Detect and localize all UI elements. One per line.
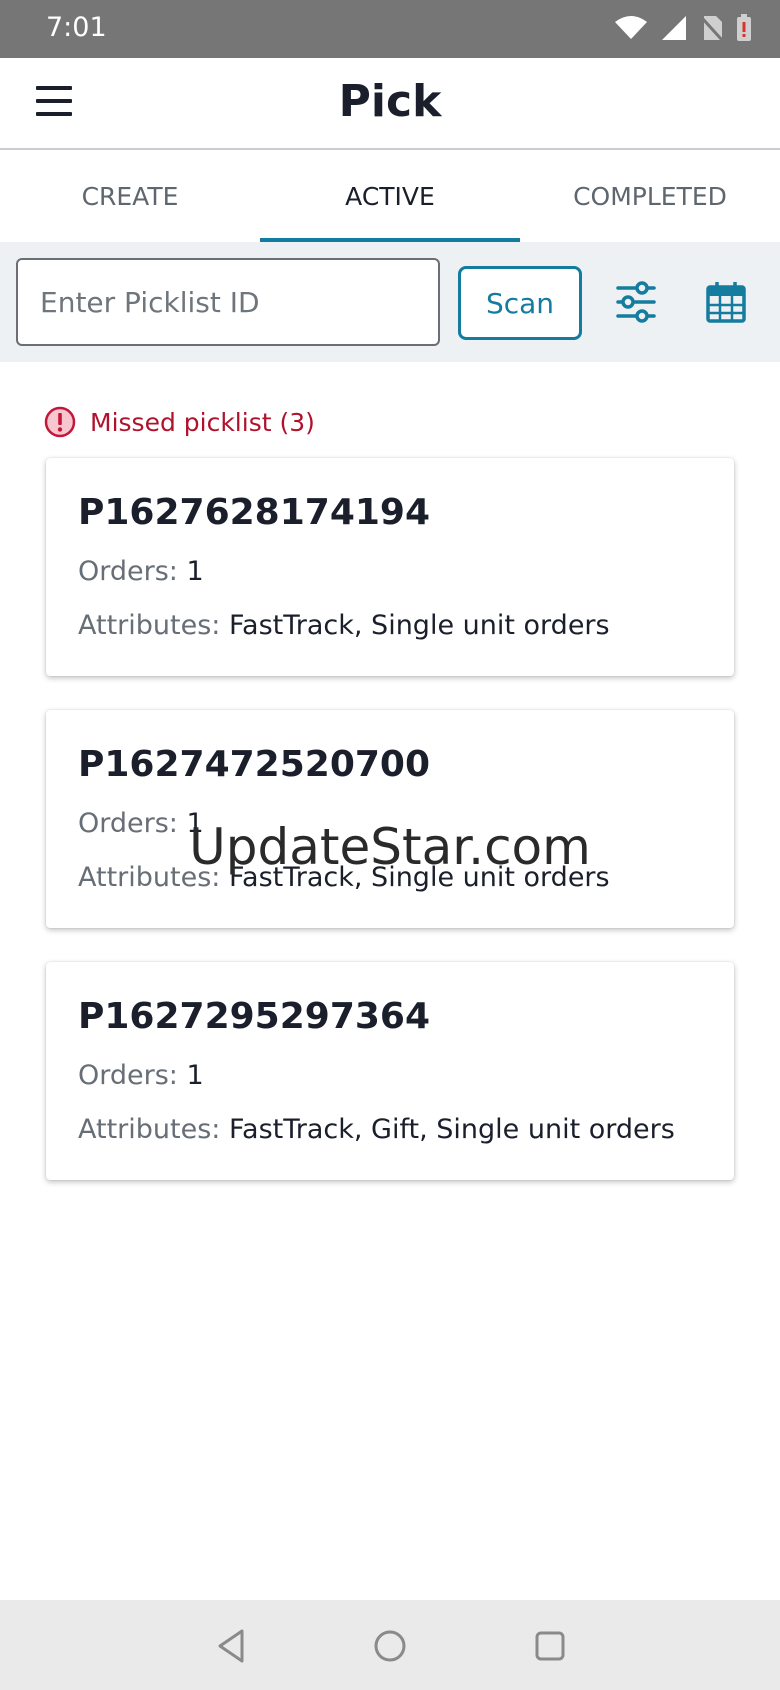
status-icons xyxy=(614,14,752,42)
filter-sliders-icon[interactable] xyxy=(614,280,658,324)
wifi-icon xyxy=(615,16,647,39)
missed-picklist-label: Missed picklist (3) xyxy=(90,407,315,437)
back-icon[interactable] xyxy=(212,1626,252,1666)
orders-row: Orders: 1 xyxy=(78,556,204,587)
picklist-id: P1627472520700 xyxy=(78,744,431,785)
orders-label: Orders: xyxy=(78,808,178,839)
picklist-card[interactable]: P1627628174194 Orders: 1 Attributes: Fas… xyxy=(46,458,734,676)
attributes-label: Attributes: xyxy=(78,1114,221,1145)
orders-label: Orders: xyxy=(78,1060,178,1091)
attributes-label: Attributes: xyxy=(78,610,221,641)
orders-value: 1 xyxy=(186,556,204,587)
status-bar: 7:01 xyxy=(0,0,780,58)
attributes-value: FastTrack, Gift, Single unit orders xyxy=(228,1114,675,1145)
orders-value: 1 xyxy=(186,808,204,839)
attributes-value: FastTrack, Single unit orders xyxy=(228,610,610,641)
picklist-id: P1627295297364 xyxy=(78,996,431,1037)
tab-completed[interactable]: COMPLETED xyxy=(520,150,780,242)
orders-value: 1 xyxy=(186,1060,204,1091)
picklist-id: P1627628174194 xyxy=(78,492,431,533)
tab-create[interactable]: CREATE xyxy=(0,150,260,242)
attributes-row: Attributes: FastTrack, Gift, Single unit… xyxy=(78,1114,675,1145)
home-icon[interactable] xyxy=(370,1626,410,1666)
scan-button[interactable]: Scan xyxy=(458,266,582,340)
calendar-icon[interactable] xyxy=(704,280,748,324)
tab-bar: CREATE ACTIVE COMPLETED xyxy=(0,150,780,242)
signal-icon xyxy=(662,16,686,40)
picklist-id-input[interactable] xyxy=(16,258,440,346)
attributes-row: Attributes: FastTrack, Single unit order… xyxy=(78,610,610,641)
battery-low-icon xyxy=(737,14,751,41)
recents-icon[interactable] xyxy=(530,1626,570,1666)
orders-label: Orders: xyxy=(78,556,178,587)
missed-picklist-header: Missed picklist (3) xyxy=(44,406,315,438)
tab-active[interactable]: ACTIVE xyxy=(260,150,520,242)
status-time: 7:01 xyxy=(46,12,107,43)
orders-row: Orders: 1 xyxy=(78,1060,204,1091)
picklist-card[interactable]: P1627295297364 Orders: 1 Attributes: Fas… xyxy=(46,962,734,1180)
attributes-value: FastTrack, Single unit orders xyxy=(228,862,610,893)
system-nav-bar xyxy=(0,1600,780,1690)
no-sim-icon xyxy=(700,16,724,42)
attributes-label: Attributes: xyxy=(78,862,221,893)
attributes-row: Attributes: FastTrack, Single unit order… xyxy=(78,862,610,893)
orders-row: Orders: 1 xyxy=(78,808,204,839)
picklist-card[interactable]: P1627472520700 Orders: 1 Attributes: Fas… xyxy=(46,710,734,928)
alert-icon xyxy=(44,406,76,438)
search-toolbar: Scan xyxy=(0,242,780,362)
app-bar: Pick xyxy=(0,58,780,150)
page-title: Pick xyxy=(338,76,442,127)
